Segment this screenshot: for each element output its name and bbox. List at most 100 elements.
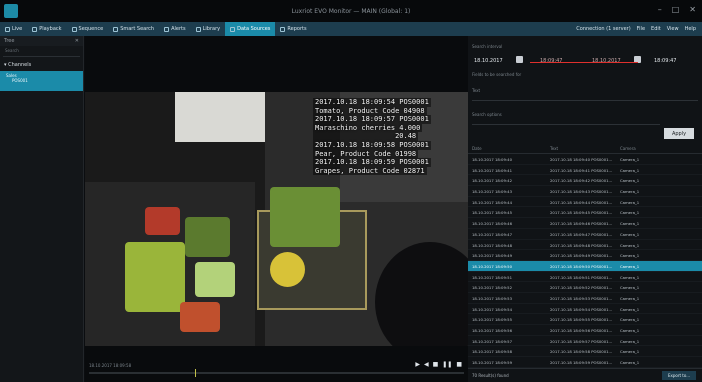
table-row[interactable]: 18.10.2017 18:09:49 2017.10.18 18:09:49 P… [468,250,702,261]
table-row[interactable]: 18.10.2017 18:09:51 2017.10.18 18:09:51 P… [468,272,702,283]
menu-alerts[interactable]: Alerts [159,22,191,36]
col-text[interactable]: Text [550,146,558,151]
table-cell: 2017.10.18 18:09:42 POS0001... [550,178,613,184]
time-to-field[interactable]: 18:09:47 [654,58,676,64]
table-cell: 18.10.2017 18:09:47 [472,231,512,237]
table-row[interactable]: 18.10.2017 18:09:58 2017.10.18 18:09:58 P… [468,346,702,358]
date-from-field[interactable]: 18.10.2017 [474,58,503,64]
section-label: Channels [8,62,32,68]
timeline-track[interactable] [89,372,464,374]
table-cell: 18.10.2017 18:09:57 [472,338,512,344]
col-camera[interactable]: Camera [620,146,636,151]
calendar-icon[interactable] [516,56,523,63]
close-icon[interactable]: ✕ [689,5,696,14]
camera-frame[interactable]: 2017.10.18 18:09:54 POS0001 Tomato, Produ… [85,92,468,346]
table-row[interactable]: 18.10.2017 18:09:50 2017.10.18 18:09:50 P… [468,260,702,272]
table-cell: Camera_1 [620,189,640,195]
table-row[interactable]: 18.10.2017 18:09:59 2017.10.18 18:09:59 P… [468,357,702,368]
export-button[interactable]: Export to... [662,371,696,380]
overlay-line: Tomato, Product Code 04908 [313,106,427,116]
table-cell: 18.10.2017 18:09:53 [472,295,512,301]
menu-label: Reports [287,26,307,32]
table-row[interactable]: 18.10.2017 18:09:41 2017.10.18 18:09:41 P… [468,165,702,176]
table-cell: 18.10.2017 18:09:50 [472,263,512,269]
interval-range-line [530,62,638,63]
menu-smart-search[interactable]: Smart Search [108,22,159,36]
table-row[interactable]: 18.10.2017 18:09:46 2017.10.18 18:09:46 P… [468,218,702,229]
table-row[interactable]: 18.10.2017 18:09:56 2017.10.18 18:09:56 P… [468,325,702,336]
snapshot-icon[interactable]: ■ [456,361,462,368]
time-from-field[interactable]: 18:09:47 [540,58,562,64]
menu-right-item[interactable]: File [637,26,645,32]
produce-image [195,262,235,297]
col-date[interactable]: Date [472,146,482,151]
table-row[interactable]: 18.10.2017 18:09:47 2017.10.18 18:09:47 P… [468,229,702,240]
table-row[interactable]: 18.10.2017 18:09:42 2017.10.18 18:09:42 P… [468,175,702,187]
sidebar-section-channels[interactable]: ▾ Channels [0,59,83,71]
menu-live[interactable]: Live [0,22,27,36]
table-row[interactable]: 18.10.2017 18:09:48 2017.10.18 18:09:48 P… [468,240,702,251]
sidebar-title: Tree [4,38,15,44]
minimize-icon[interactable]: – [658,5,662,14]
table-cell: Camera_1 [620,328,640,333]
table-row[interactable]: 18.10.2017 18:09:43 2017.10.18 18:09:43 P… [468,186,702,197]
menu-label: Playback [39,26,62,32]
tree-item-pos001[interactable]: POS001 [6,78,77,83]
table-cell: Camera_1 [620,221,640,227]
text-search-input[interactable] [472,92,698,101]
library-icon [195,26,201,32]
table-row[interactable]: 18.10.2017 18:09:40 2017.10.18 18:09:40 P… [468,154,702,165]
results-table: 18.10.2017 18:09:40 2017.10.18 18:09:40 P… [468,154,702,368]
close-icon[interactable]: ✕ [75,38,79,44]
table-row[interactable]: 18.10.2017 18:09:45 2017.10.18 18:09:45 P… [468,207,702,219]
sidebar: Tree ✕ Search ▾ Channels Sales POS001 [0,36,84,382]
window-title: Luxriot EVO Monitor — MAIN (Global: 1) [291,7,411,15]
menu-right-item[interactable]: Connection (1 server) [576,26,630,32]
overlay-line: Grapes, Product Code 02871 [313,166,427,176]
menu-sequence[interactable]: Sequence [67,22,109,36]
produce-image [145,207,180,235]
bell-icon [164,26,170,32]
menu-reports[interactable]: Reports [275,22,311,36]
table-cell: 2017.10.18 18:09:50 POS0001... [550,263,613,269]
monitor-icon [5,26,10,32]
overlay-line: 2017.10.18 18:09:57 POS0001 [313,115,431,124]
results-count: 70 Result(s) found [472,373,509,378]
table-cell: 2017.10.18 18:09:52 POS0001... [550,285,613,291]
step-back-icon[interactable]: ◀ [424,361,429,368]
menu-right-item[interactable]: View [667,26,679,32]
table-row[interactable]: 18.10.2017 18:09:54 2017.10.18 18:09:54 P… [468,304,702,315]
apply-button[interactable]: Apply [664,128,694,139]
date-to-field[interactable]: 18.10.2017 [592,58,621,64]
pause-icon[interactable]: ❚❚ [442,361,452,368]
table-cell: 18.10.2017 18:09:40 [472,157,512,162]
table-cell: 18.10.2017 18:09:41 [472,167,512,173]
menu-playback[interactable]: Playback [27,22,66,36]
table-cell: 18.10.2017 18:09:43 [472,189,512,195]
timeline-marker[interactable] [195,369,196,377]
table-row[interactable]: 18.10.2017 18:09:53 2017.10.18 18:09:53 P… [468,293,702,304]
play-icon[interactable]: ▶ [415,361,420,368]
menu-data-sources[interactable]: Data Sources [225,22,276,36]
table-row[interactable]: 18.10.2017 18:09:55 2017.10.18 18:09:55 P… [468,314,702,325]
sidebar-tree-selected[interactable]: Sales POS001 [0,71,83,91]
interval-label: Search interval [472,44,503,49]
table-cell: 2017.10.18 18:09:40 POS0001... [550,157,613,162]
table-cell: 18.10.2017 18:09:44 [472,199,512,205]
table-cell: Camera_1 [620,306,640,312]
menu-right-item[interactable]: Help [685,26,696,32]
menu-right-item[interactable]: Edit [651,26,661,32]
menu-library[interactable]: Library [191,22,225,36]
table-row[interactable]: 18.10.2017 18:09:44 2017.10.18 18:09:44 P… [468,197,702,208]
search-options-input[interactable] [472,116,660,125]
table-cell: 2017.10.18 18:09:44 POS0001... [550,199,613,205]
table-cell: 18.10.2017 18:09:48 [472,242,512,248]
table-row[interactable]: 18.10.2017 18:09:52 2017.10.18 18:09:52 P… [468,282,702,293]
stop-icon[interactable]: ■ [433,361,439,368]
customer-image [375,242,468,346]
table-cell: 2017.10.18 18:09:53 POS0001... [550,295,613,301]
sidebar-search-input[interactable]: Search [3,48,80,57]
table-row[interactable]: 18.10.2017 18:09:57 2017.10.18 18:09:57 P… [468,336,702,347]
video-view[interactable]: 2017.10.18 18:09:54 POS0001 Tomato, Produ… [85,36,468,382]
maximize-icon[interactable]: □ [672,5,680,14]
